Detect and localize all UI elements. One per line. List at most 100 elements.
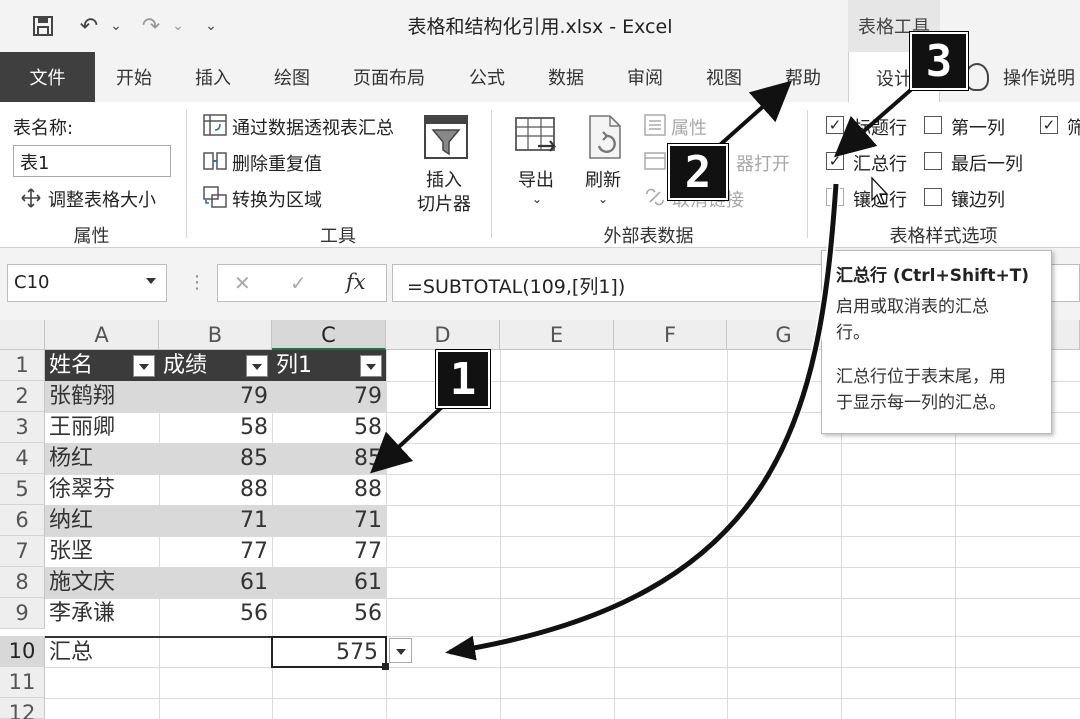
cell-a10-total-label[interactable]: 汇总	[45, 637, 159, 668]
filter-dropdown-icon[interactable]	[133, 355, 155, 377]
refresh-button[interactable]: 刷新	[585, 166, 621, 192]
row-header-11[interactable]: 11	[0, 667, 45, 698]
column-header-a[interactable]: A	[45, 320, 159, 350]
table-name-input[interactable]: 表1	[13, 145, 171, 177]
row-header-7[interactable]: 7	[0, 536, 45, 567]
cell-b7[interactable]: 77	[159, 536, 272, 567]
row-header-6[interactable]: 6	[0, 505, 45, 536]
row-header-4[interactable]: 4	[0, 443, 45, 474]
remove-duplicates-button[interactable]: 删除重复值	[232, 150, 322, 176]
customize-qat-icon[interactable]: ⌄	[200, 8, 222, 44]
tab-page-layout[interactable]: 页面布局	[341, 52, 437, 102]
tell-me-search[interactable]: 操作说明	[965, 52, 1075, 102]
cell-a3[interactable]: 王丽卿	[45, 412, 159, 443]
redo-icon[interactable]: ↷	[136, 8, 166, 44]
filter-dropdown-icon[interactable]	[360, 355, 382, 377]
last-column-checkbox[interactable]	[924, 152, 942, 170]
banded-columns-checkbox[interactable]	[924, 188, 942, 206]
row-header-1[interactable]: 1	[0, 350, 45, 381]
row-header-3[interactable]: 3	[0, 412, 45, 443]
banded-rows-checkbox[interactable]: ✓	[826, 188, 844, 206]
cell-c7[interactable]: 77	[272, 536, 386, 567]
undo-dropdown-icon[interactable]: ⌄	[106, 8, 126, 44]
group-separator	[491, 110, 492, 238]
header-row-checkbox[interactable]: ✓	[826, 116, 844, 134]
undo-icon[interactable]: ↶	[74, 8, 104, 44]
cell-b9[interactable]: 56	[159, 598, 272, 629]
cell-b4[interactable]: 85	[159, 443, 272, 474]
active-cell-outline	[271, 636, 387, 668]
first-column-checkbox[interactable]	[924, 116, 942, 134]
row-header-12[interactable]: 12	[0, 698, 45, 719]
cell-b8[interactable]: 61	[159, 567, 272, 598]
cell-c3[interactable]: 58	[272, 412, 386, 443]
total-function-dropdown-icon[interactable]	[389, 638, 412, 663]
tab-insert[interactable]: 插入	[183, 52, 243, 102]
resize-table-button[interactable]: 调整表格大小	[48, 186, 156, 212]
tab-file[interactable]: 文件	[0, 52, 95, 102]
row-header-5[interactable]: 5	[0, 474, 45, 505]
filter-dropdown-icon[interactable]	[246, 355, 268, 377]
export-dropdown-icon[interactable]: ⌄	[532, 192, 542, 206]
table-name-label: 表名称:	[13, 118, 74, 139]
enter-icon[interactable]: ✓	[290, 271, 307, 295]
cell-b6[interactable]: 71	[159, 505, 272, 536]
cancel-icon[interactable]: ✕	[234, 271, 251, 295]
tab-formulas[interactable]: 公式	[457, 52, 517, 102]
formula-bar-grip-icon[interactable]: ⋮	[188, 272, 206, 293]
tab-draw[interactable]: 绘图	[262, 52, 322, 102]
cell-a7[interactable]: 张坚	[45, 536, 159, 567]
save-icon[interactable]	[28, 8, 58, 44]
gridline	[500, 350, 501, 719]
tab-home[interactable]: 开始	[104, 52, 164, 102]
name-box[interactable]: C10	[7, 264, 167, 302]
cell-c6[interactable]: 71	[272, 505, 386, 536]
column-header-c[interactable]: C	[272, 320, 386, 350]
cell-a2[interactable]: 张鹤翔	[45, 381, 159, 412]
column-header-f[interactable]: F	[614, 320, 727, 350]
column-header-e[interactable]: E	[500, 320, 614, 350]
redo-dropdown-icon[interactable]: ⌄	[168, 8, 188, 44]
convert-to-range-icon	[203, 186, 227, 208]
cell-a6[interactable]: 纳红	[45, 505, 159, 536]
cell-b5[interactable]: 88	[159, 474, 272, 505]
properties-button: 属性	[671, 118, 707, 139]
cell-c8[interactable]: 61	[272, 567, 386, 598]
cell-c4[interactable]: 85	[272, 443, 386, 474]
name-box-dropdown-icon[interactable]	[146, 278, 156, 284]
row-header-9[interactable]: 9	[0, 598, 45, 629]
insert-function-icon[interactable]: fx	[346, 270, 366, 294]
row-header-10[interactable]: 10	[0, 636, 45, 667]
tab-review[interactable]: 审阅	[615, 52, 675, 102]
tab-help[interactable]: 帮助	[773, 52, 833, 102]
cell-b3[interactable]: 58	[159, 412, 272, 443]
unlink-icon	[644, 186, 666, 208]
cell-c9[interactable]: 56	[272, 598, 386, 629]
cell-a4[interactable]: 杨红	[45, 443, 159, 474]
cell-b2[interactable]: 79	[159, 381, 272, 412]
group-label-tools: 工具	[320, 226, 356, 247]
cell-c2[interactable]: 79	[272, 381, 386, 412]
column-header-b[interactable]: B	[159, 320, 272, 350]
cell-c5[interactable]: 88	[272, 474, 386, 505]
convert-to-range-button[interactable]: 转换为区域	[232, 186, 322, 212]
insert-slicer-line1[interactable]: 插入	[426, 166, 462, 192]
filter-button-checkbox[interactable]: ✓	[1040, 116, 1058, 134]
tab-data[interactable]: 数据	[536, 52, 596, 102]
export-button[interactable]: 导出	[518, 166, 554, 192]
select-all-corner[interactable]	[0, 320, 45, 350]
tab-view[interactable]: 视图	[694, 52, 754, 102]
fill-handle[interactable]	[382, 663, 389, 670]
insert-slicer-line2[interactable]: 切片器	[417, 190, 471, 216]
cell-a5[interactable]: 徐翠芬	[45, 474, 159, 505]
row-header-2[interactable]: 2	[0, 381, 45, 412]
cell-a9[interactable]: 李承谦	[45, 598, 159, 629]
open-in-browser-icon	[644, 150, 666, 172]
row-header-8[interactable]: 8	[0, 567, 45, 598]
cell-a8[interactable]: 施文庆	[45, 567, 159, 598]
summarize-pivot-button[interactable]: 通过数据透视表汇总	[232, 114, 394, 140]
column-header-d[interactable]: D	[386, 320, 500, 350]
refresh-dropdown-icon[interactable]: ⌄	[598, 192, 608, 206]
gridline	[727, 350, 728, 719]
total-row-checkbox[interactable]: ✓	[826, 152, 844, 170]
